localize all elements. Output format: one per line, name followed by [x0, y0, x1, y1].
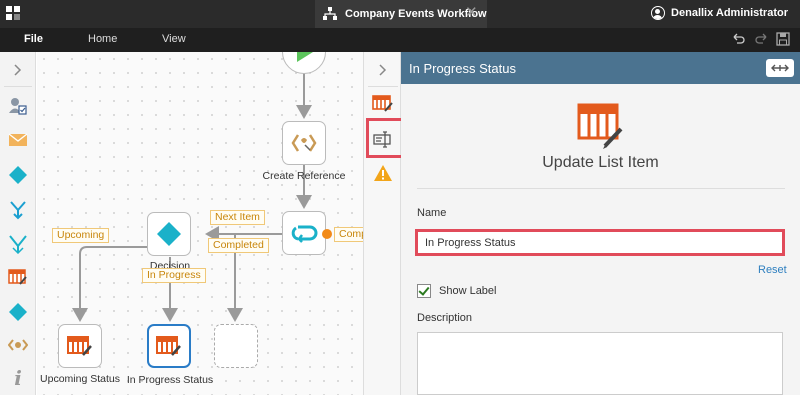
- close-tab-icon[interactable]: ✕: [465, 5, 478, 21]
- loop-icon: [291, 225, 318, 243]
- play-icon: [297, 52, 313, 62]
- merge-icon[interactable]: [6, 232, 30, 256]
- menu-bar: File Home View: [0, 28, 800, 52]
- connector-dot[interactable]: [322, 229, 332, 239]
- decision-icon: [157, 222, 181, 246]
- app-launcher-icon[interactable]: [6, 6, 20, 20]
- save-icon[interactable]: [776, 32, 790, 46]
- panel-header: In Progress Status: [401, 52, 800, 84]
- panel-title: In Progress Status: [409, 61, 516, 76]
- info-icon[interactable]: i: [6, 366, 30, 390]
- reference-icon: [291, 134, 317, 152]
- warning-icon[interactable]: [370, 160, 396, 186]
- user-name: Denallix Administrator: [671, 7, 788, 19]
- label-upcoming-status: Upcoming Status: [40, 373, 120, 385]
- label-create-reference: Create Reference: [262, 170, 346, 182]
- description-textarea[interactable]: [417, 332, 783, 395]
- chevron-right-icon[interactable]: [370, 57, 396, 83]
- show-label-checkbox[interactable]: [417, 284, 431, 298]
- user-menu[interactable]: Denallix Administrator: [651, 6, 788, 22]
- node-decision[interactable]: [147, 212, 191, 256]
- name-label: Name: [417, 207, 447, 219]
- diamond-icon[interactable]: [6, 300, 30, 324]
- list-item-icon[interactable]: [6, 265, 30, 289]
- chip-comp[interactable]: Comp: [334, 227, 363, 242]
- empty-step-placeholder[interactable]: [214, 324, 258, 368]
- redo-icon[interactable]: [754, 32, 768, 46]
- node-upcoming-status[interactable]: [58, 324, 102, 368]
- name-input[interactable]: [415, 229, 785, 256]
- description-label: Description: [417, 312, 473, 324]
- node-loop[interactable]: [282, 211, 326, 255]
- user-icon: [651, 6, 666, 20]
- reset-link[interactable]: Reset: [758, 264, 787, 276]
- node-in-progress-status[interactable]: [147, 324, 191, 368]
- email-icon[interactable]: [6, 128, 30, 152]
- reference-icon[interactable]: [6, 333, 30, 357]
- workflow-icon: [323, 7, 337, 20]
- menu-home[interactable]: Home: [88, 33, 117, 45]
- workflow-canvas[interactable]: Create Reference Comp Decision Next Item…: [37, 52, 363, 395]
- step-title: Update List Item: [542, 154, 659, 171]
- document-tab[interactable]: Company Events Workflow ✕: [315, 0, 487, 28]
- divider: [417, 188, 785, 189]
- property-tabs-strip: [363, 52, 401, 395]
- title-bar: Company Events Workflow ✕ Denallix Admin…: [0, 0, 800, 28]
- menu-actions: [732, 32, 792, 48]
- update-list-icon: [67, 336, 92, 356]
- chip-in-progress[interactable]: In Progress: [142, 268, 206, 283]
- toolbox-palette: i: [0, 52, 36, 395]
- menu-file[interactable]: File: [24, 33, 43, 45]
- undo-icon[interactable]: [732, 32, 746, 46]
- label-in-progress-status: In Progress Status: [126, 374, 214, 386]
- split-icon[interactable]: [6, 198, 30, 222]
- update-list-icon: [156, 336, 181, 356]
- chip-upcoming[interactable]: Upcoming: [52, 228, 110, 243]
- chip-next-item[interactable]: Next Item: [210, 210, 265, 225]
- expand-panel-button[interactable]: [766, 59, 794, 77]
- menu-view[interactable]: View: [162, 33, 186, 45]
- decision-icon[interactable]: [6, 163, 30, 187]
- update-list-icon[interactable]: [370, 90, 396, 116]
- chip-completed[interactable]: Completed: [208, 238, 269, 253]
- user-task-icon[interactable]: [6, 94, 30, 118]
- expand-arrows-icon: [771, 64, 789, 72]
- update-list-item-icon: [577, 103, 623, 149]
- expand-palette-icon[interactable]: [6, 58, 30, 82]
- show-label-text: Show Label: [439, 285, 497, 297]
- node-create-reference[interactable]: [282, 121, 326, 165]
- highlight-box: [366, 118, 404, 158]
